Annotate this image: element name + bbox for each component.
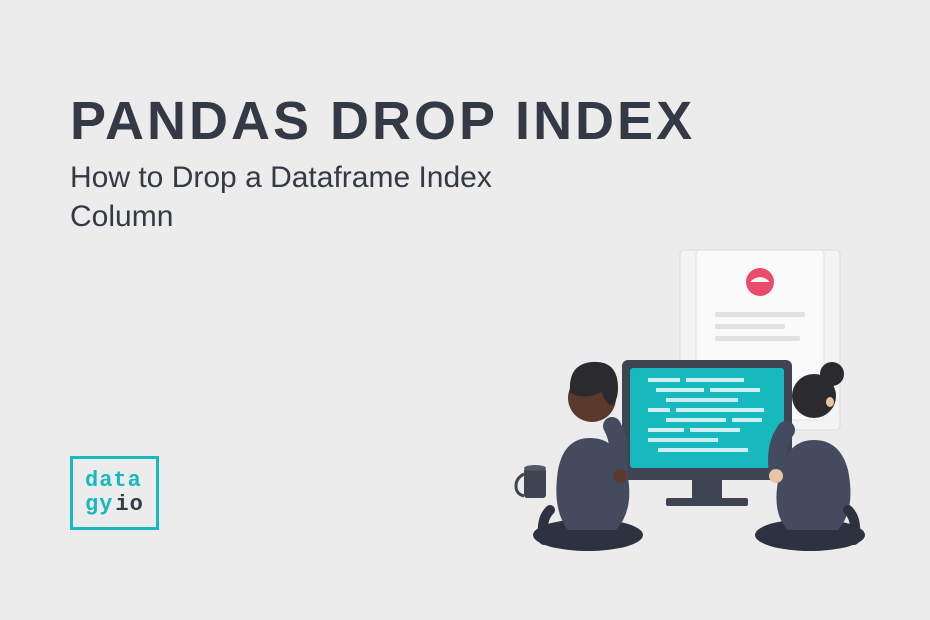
logo-text-line2a: gy [85,493,113,517]
logo-text-line1: data [85,469,142,493]
brand-logo: data gyio [70,456,159,530]
logo-text-line2b: io [115,493,143,517]
hero-illustration [470,240,890,560]
page-subtitle: How to Drop a Dataframe Index Column [70,158,590,236]
page-title: PANDAS DROP INDEX [70,90,695,152]
